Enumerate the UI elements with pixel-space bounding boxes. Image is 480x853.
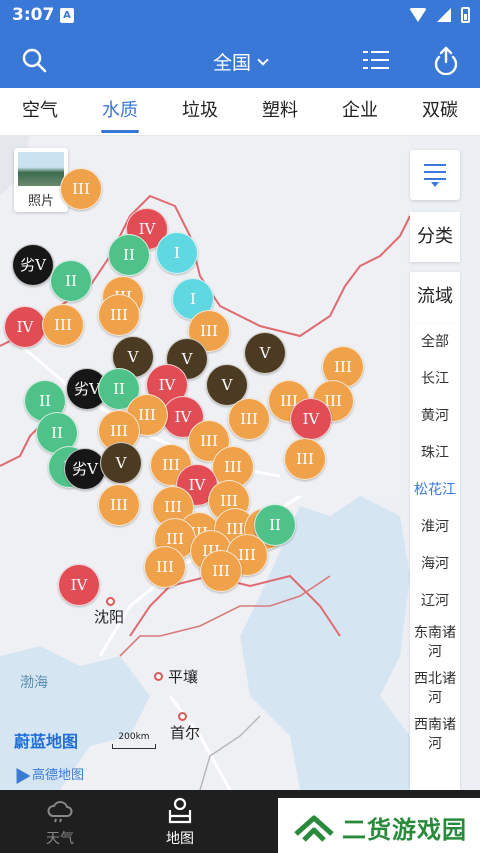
notification-icon: A (60, 8, 74, 23)
basin-item-all[interactable]: 全部 (410, 324, 460, 361)
station-marker[interactable]: II (108, 234, 150, 276)
station-marker[interactable]: III (200, 550, 242, 592)
station-marker[interactable]: I (156, 232, 198, 274)
station-marker[interactable]: III (98, 484, 140, 526)
nav-map[interactable]: 地图 (120, 790, 240, 853)
status-time: 3:07 (12, 5, 55, 25)
city-label-pyongyang: 平壤 (168, 668, 199, 686)
signal-icon (437, 8, 451, 22)
station-marker[interactable]: II (50, 260, 92, 302)
gaode-label: 高德地图 (32, 768, 85, 783)
station-marker[interactable]: 劣V (12, 244, 54, 286)
share-button[interactable] (428, 42, 464, 78)
watermark-logo-icon (294, 815, 334, 842)
status-icons (409, 7, 470, 23)
photo-button[interactable]: 照片 (14, 148, 68, 212)
station-marker[interactable]: III (98, 294, 140, 336)
cloud-icon (47, 801, 73, 823)
list-icon (363, 51, 389, 69)
list-view-button[interactable] (358, 42, 394, 78)
menu-line (424, 171, 446, 173)
station-marker[interactable]: IV (58, 564, 100, 606)
basin-item-songhua[interactable]: 松花江 (410, 472, 460, 509)
brand-label: 蔚蓝地图 (14, 732, 79, 751)
tab-water-quality[interactable]: 水质 (80, 88, 160, 135)
station-marker[interactable]: III (284, 438, 326, 480)
city-label-seoul: 首尔 (170, 724, 201, 742)
caret-down-icon (431, 182, 439, 187)
tab-air[interactable]: 空气 (0, 88, 80, 135)
battery-icon (461, 7, 470, 23)
tab-garbage[interactable]: 垃圾 (160, 88, 240, 135)
photo-thumbnail (18, 152, 64, 186)
menu-line (424, 178, 446, 180)
map-pin-icon (168, 797, 192, 824)
basin-item-huai[interactable]: 淮河 (410, 509, 460, 546)
station-marker[interactable]: V (244, 332, 286, 374)
menu-line (424, 164, 446, 166)
basin-item-pearl[interactable]: 珠江 (410, 435, 460, 472)
app-header: 全国 (0, 32, 480, 88)
city-dot (154, 672, 163, 681)
tab-plastic[interactable]: 塑料 (240, 88, 320, 135)
watermark: 二货游戏园 (278, 798, 480, 853)
category-label: 分类 (417, 226, 453, 247)
station-marker[interactable]: V (100, 442, 142, 484)
status-bar: 3:07 A (0, 0, 480, 32)
watermark-text: 二货游戏园 (342, 816, 467, 844)
tab-dual-carbon[interactable]: 双碳 (400, 88, 480, 135)
category-tabs: 空气 水质 垃圾 塑料 企业 双碳 (0, 88, 480, 136)
station-marker[interactable]: III (60, 168, 102, 210)
basin-item-northwest[interactable]: 西北诸河 (410, 666, 460, 712)
nav-map-label: 地图 (166, 831, 194, 847)
basin-item-hai[interactable]: 海河 (410, 546, 460, 583)
city-label-shenyang: 沈阳 (94, 608, 125, 626)
basin-item-southeast[interactable]: 东南诸河 (410, 620, 460, 666)
station-marker[interactable]: III (228, 398, 270, 440)
chevron-down-icon (257, 54, 269, 66)
station-marker[interactable]: III (42, 304, 84, 346)
basin-header: 流域 (410, 272, 460, 324)
scale-bar (112, 744, 156, 749)
basin-list: 全部 长江 黄河 珠江 松花江 淮河 海河 辽河 东南诸河 西北诸河 西南诸河 (410, 324, 460, 790)
basin-item-southwest[interactable]: 西南诸河 (410, 712, 460, 758)
region-label: 全国 (212, 52, 251, 74)
city-dot (106, 597, 115, 606)
basin-item-liao[interactable]: 辽河 (410, 583, 460, 620)
basin-item-yangtze[interactable]: 长江 (410, 361, 460, 398)
station-marker[interactable]: IV (4, 306, 46, 348)
gaode-attribution: 高德地图 (9, 763, 85, 784)
layer-menu-button[interactable] (410, 150, 460, 200)
category-button[interactable]: 分类 (410, 212, 460, 262)
station-marker[interactable]: IV (290, 398, 332, 440)
region-selector[interactable]: 全国 (0, 48, 480, 75)
station-marker[interactable]: 劣V (64, 448, 106, 490)
gaode-arrow-icon (9, 763, 31, 784)
map-view[interactable]: 照片 III IV I 劣V II II III IV III I III II… (0, 136, 480, 790)
share-icon (434, 46, 458, 75)
tab-enterprise[interactable]: 企业 (320, 88, 400, 135)
scale-label: 200km (118, 732, 150, 742)
basin-label: 流域 (417, 286, 453, 307)
nav-weather-label: 天气 (46, 831, 74, 847)
city-dot (178, 712, 187, 721)
sea-label-bohai: 渤海 (20, 675, 48, 691)
basin-item-yellow[interactable]: 黄河 (410, 398, 460, 435)
wifi-icon (409, 8, 427, 22)
station-marker[interactable]: III (144, 546, 186, 588)
nav-weather[interactable]: 天气 (0, 790, 120, 853)
